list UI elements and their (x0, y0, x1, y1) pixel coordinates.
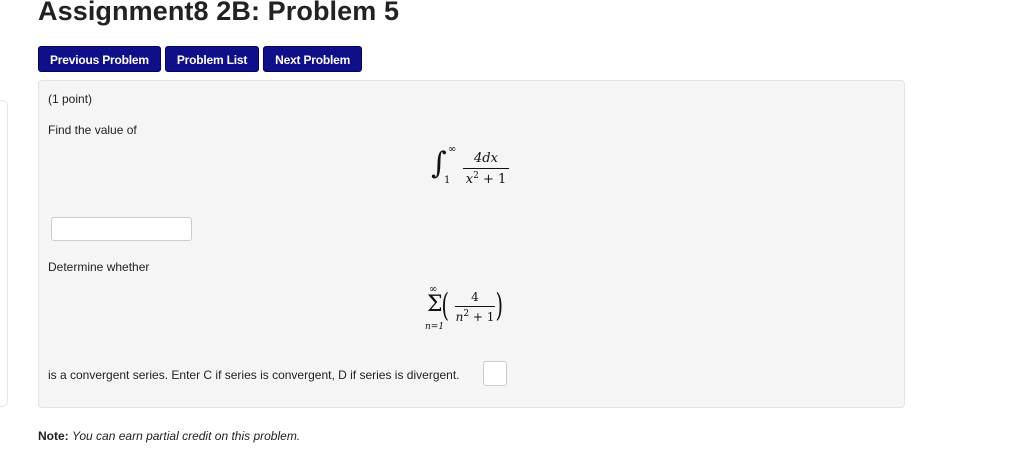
problem-points: (1 point) (48, 92, 93, 106)
series-expression: ∞ Σ n=1 ( 4 n2 + 1 ) (425, 285, 527, 337)
problem-list-button[interactable]: Problem List (164, 46, 260, 72)
problem-panel: (1 point) Find the value of ∫ ∞ 1 4dx x2… (38, 80, 905, 408)
integral-answer-input[interactable] (51, 217, 192, 241)
page: Assignment8 2B: Problem 5 Previous Probl… (0, 0, 1024, 450)
integral-lower-limit: 1 (444, 175, 451, 186)
integral-upper-limit: ∞ (448, 144, 457, 155)
problem-navigation: Previous Problem Problem List Next Probl… (38, 46, 363, 72)
page-title: Assignment8 2B: Problem 5 (38, 0, 400, 26)
series-denominator-rest: + 1 (469, 310, 495, 324)
series-prompt: Determine whether (48, 260, 150, 274)
note-text: You can earn partial credit on this prob… (72, 429, 301, 443)
previous-problem-button[interactable]: Previous Problem (38, 46, 161, 72)
series-close-paren: ) (495, 286, 503, 324)
next-problem-button[interactable]: Next Problem (263, 46, 363, 72)
integral-expression: ∫ ∞ 1 4dx x2 + 1 (431, 143, 531, 193)
series-numerator: 4 (471, 290, 479, 304)
integral-numerator: 4dx (474, 151, 498, 166)
series-open-paren: ( (441, 286, 449, 324)
partial-credit-note: Note: You can earn partial credit on thi… (38, 429, 300, 443)
integral-fraction: 4dx x2 + 1 (463, 152, 509, 186)
left-sidebar-edge (0, 100, 8, 407)
series-fraction: 4 n2 + 1 (455, 291, 495, 323)
series-lower-limit: n=1 (425, 322, 445, 332)
series-denominator: n2 + 1 (455, 307, 495, 324)
series-answer-input[interactable] (483, 361, 507, 386)
sum-sign: Σ (427, 292, 443, 317)
integral-denominator-rest: + 1 (478, 172, 507, 187)
integral-denominator: x2 + 1 (463, 169, 509, 187)
series-question: is a convergent series. Enter C if serie… (48, 368, 460, 382)
integral-prompt: Find the value of (48, 123, 137, 137)
integral-denominator-base: x (465, 172, 474, 187)
note-label: Note: (38, 429, 69, 443)
